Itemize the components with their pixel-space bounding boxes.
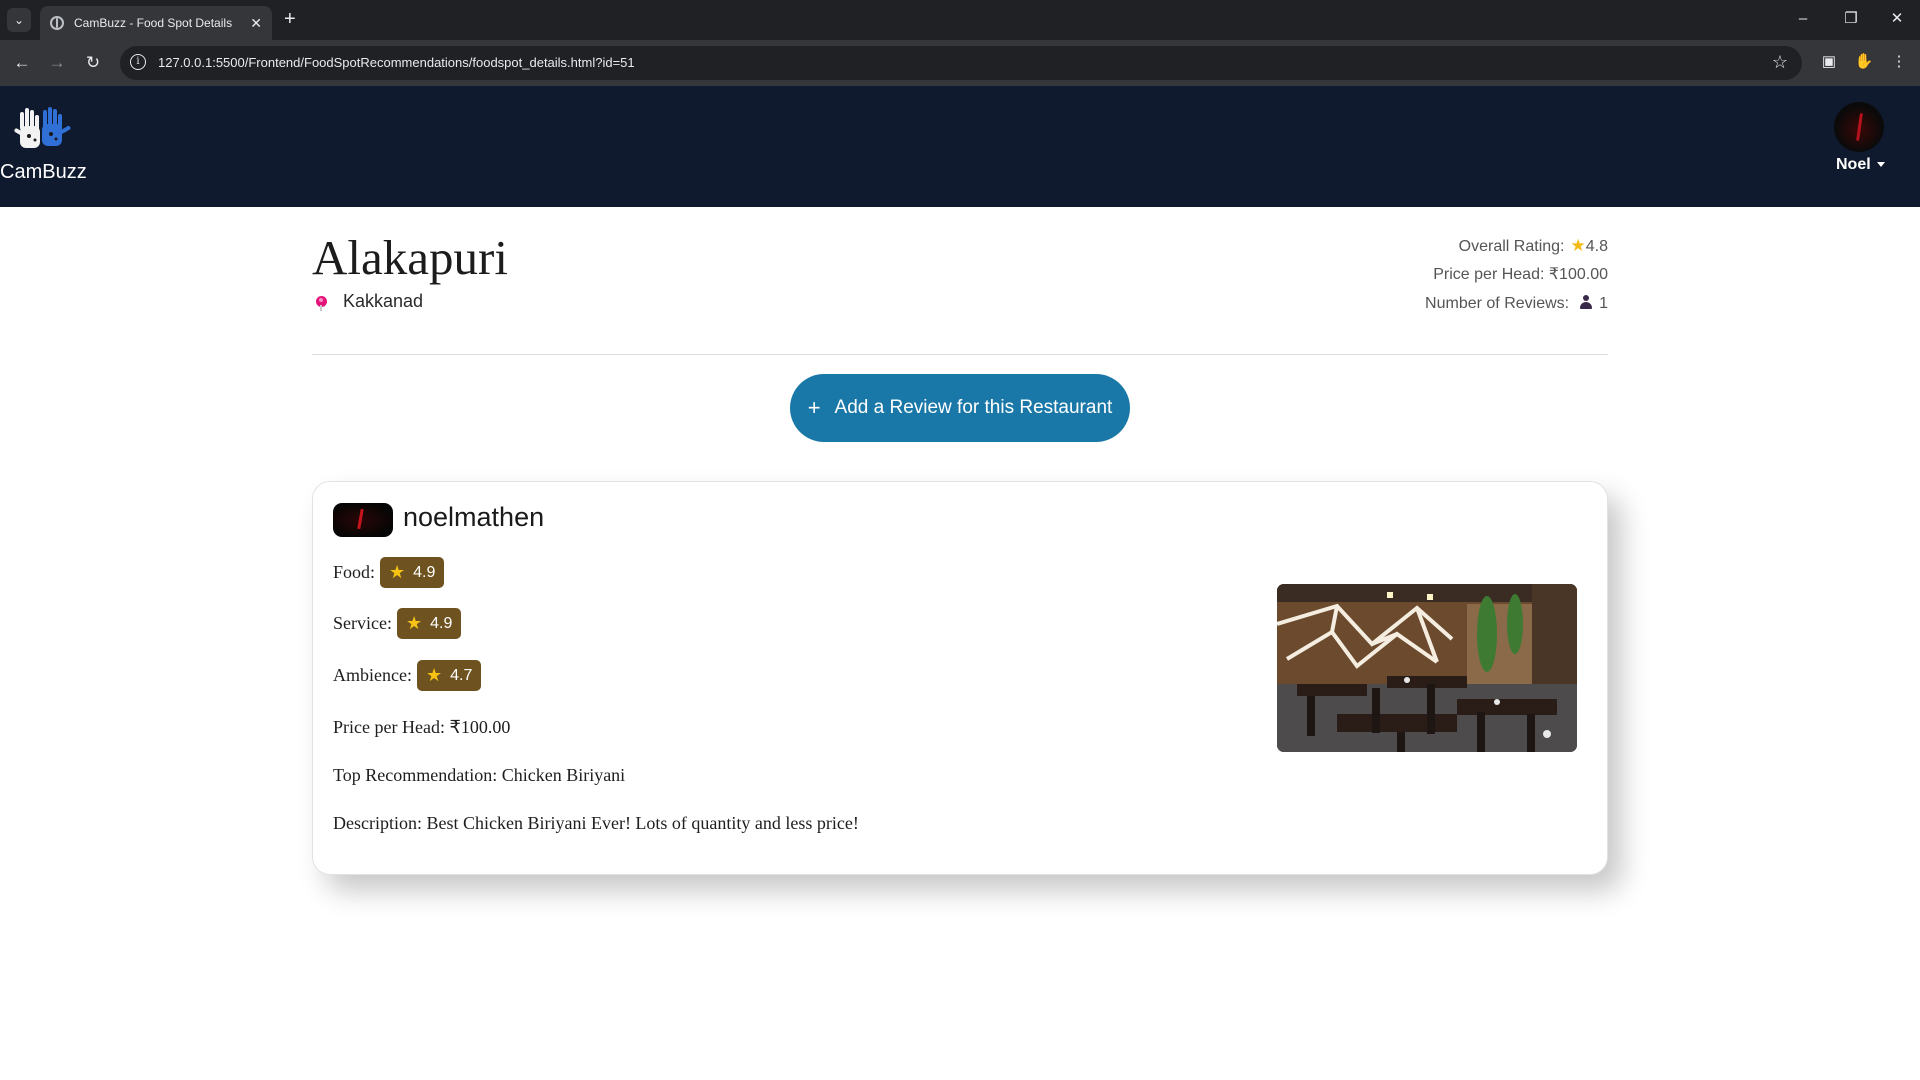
food-label: Food: xyxy=(333,562,376,582)
star-icon: ★ xyxy=(1570,236,1586,255)
star-icon: ★ xyxy=(389,562,406,582)
caret-down-icon xyxy=(1876,162,1885,168)
restaurant-location: Kakkanad xyxy=(316,291,423,312)
add-review-button[interactable]: + Add a Review for this Restaurant xyxy=(790,374,1130,442)
forward-arrow-icon[interactable]: → xyxy=(45,51,69,75)
ambience-label: Ambience: xyxy=(333,665,412,685)
star-icon: ★ xyxy=(425,665,443,685)
reviewer-avatar xyxy=(333,503,393,537)
globe-icon xyxy=(50,16,64,30)
browser-tabstrip: ⌄ CamBuzz - Food Spot Details ✕ + – ❐ ✕ xyxy=(0,0,1920,40)
user-name: Noel xyxy=(1836,156,1871,173)
restaurant-stats: Overall Rating: ★4.8 Price per Head: ₹100… xyxy=(1425,237,1608,324)
back-arrow-icon[interactable]: ← xyxy=(10,51,34,75)
overall-rating-value: 4.8 xyxy=(1585,238,1608,255)
location-text: Kakkanad xyxy=(343,291,424,311)
service-rating-badge: ★ 4.9 xyxy=(396,608,462,639)
site-navbar: CamBuzz Noel xyxy=(0,86,1920,207)
ambience-rating-value: 4.7 xyxy=(450,666,473,684)
service-rating-value: 4.9 xyxy=(430,614,453,632)
pin-icon xyxy=(316,296,327,311)
divider xyxy=(312,354,1608,355)
more-menu-icon[interactable]: ⋮ xyxy=(1888,52,1910,70)
price-per-head: Price per Head: ₹100.00 xyxy=(1425,266,1608,295)
star-icon: ★ xyxy=(405,613,423,633)
reviewer-username: noelmathen xyxy=(403,502,545,532)
ambience-rating: Ambience: ★ 4.7 xyxy=(333,660,482,691)
person-icon xyxy=(1579,295,1593,309)
avatar[interactable] xyxy=(1834,102,1884,152)
brand-name: CamBuzz xyxy=(0,161,87,183)
reviews-count: 1 xyxy=(1599,295,1608,312)
tab-search-chevron-icon[interactable]: ⌄ xyxy=(7,8,31,32)
user-menu-toggle[interactable]: Noel xyxy=(1836,156,1885,174)
overall-rating: Overall Rating: ★4.8 xyxy=(1425,237,1608,266)
tab-title: CamBuzz - Food Spot Details xyxy=(74,16,233,30)
price-label: Price per Head: xyxy=(1433,266,1545,283)
food-rating: Food: ★ 4.9 xyxy=(333,557,445,588)
review-card: noelmathen Food: ★ 4.9 Service: ★ 4.9 Ambi… xyxy=(312,481,1608,875)
food-rating-badge: ★ 4.9 xyxy=(380,557,445,588)
add-review-label: Add a Review for this Restaurant xyxy=(834,397,1113,418)
ambience-rating-badge: ★ 4.7 xyxy=(416,660,482,691)
reload-icon[interactable]: ↻ xyxy=(81,51,105,75)
service-rating: Service: ★ 4.9 xyxy=(333,608,462,639)
address-bar[interactable]: i 127.0.0.1:5500/Frontend/FoodSpotRecomm… xyxy=(120,46,1802,80)
site-info-icon[interactable]: i xyxy=(130,54,146,70)
hands-logo-icon xyxy=(14,107,71,148)
browser-toolbar: ← → ↻ i 127.0.0.1:5500/Frontend/FoodSpot… xyxy=(0,40,1920,86)
plus-icon: + xyxy=(807,395,821,420)
price-value: ₹100.00 xyxy=(1548,266,1608,283)
service-label: Service: xyxy=(333,613,392,633)
close-icon[interactable]: ✕ xyxy=(250,14,262,32)
browser-tab[interactable]: CamBuzz - Food Spot Details ✕ xyxy=(40,6,272,40)
restore-icon[interactable]: ❐ xyxy=(1836,8,1866,30)
reviews-label: Number of Reviews: xyxy=(1425,295,1570,312)
restaurant-interior-image xyxy=(1277,584,1577,752)
restaurant-name: Alakapuri xyxy=(312,230,508,285)
number-of-reviews: Number of Reviews: 1 xyxy=(1425,295,1608,324)
review-description: Description: Best Chicken Biriyani Ever!… xyxy=(333,813,859,833)
url-text[interactable]: 127.0.0.1:5500/Frontend/FoodSpotRecommen… xyxy=(158,55,635,70)
bookmark-star-icon[interactable]: ☆ xyxy=(1772,52,1788,73)
review-top-recommendation: Top Recommendation: Chicken Biriyani xyxy=(333,765,626,785)
side-panel-icon[interactable]: ▣ xyxy=(1818,52,1840,70)
minimize-icon[interactable]: – xyxy=(1788,8,1818,30)
overall-rating-label: Overall Rating: xyxy=(1458,238,1565,255)
brand[interactable]: CamBuzz xyxy=(0,86,90,196)
review-price: Price per Head: ₹100.00 xyxy=(333,717,511,737)
window-close-icon[interactable]: ✕ xyxy=(1882,8,1912,30)
food-rating-value: 4.9 xyxy=(413,563,436,581)
new-tab-plus-icon[interactable]: + xyxy=(284,8,296,30)
extension-icon[interactable]: ✋ xyxy=(1853,52,1875,70)
review-photo[interactable] xyxy=(1277,584,1577,752)
